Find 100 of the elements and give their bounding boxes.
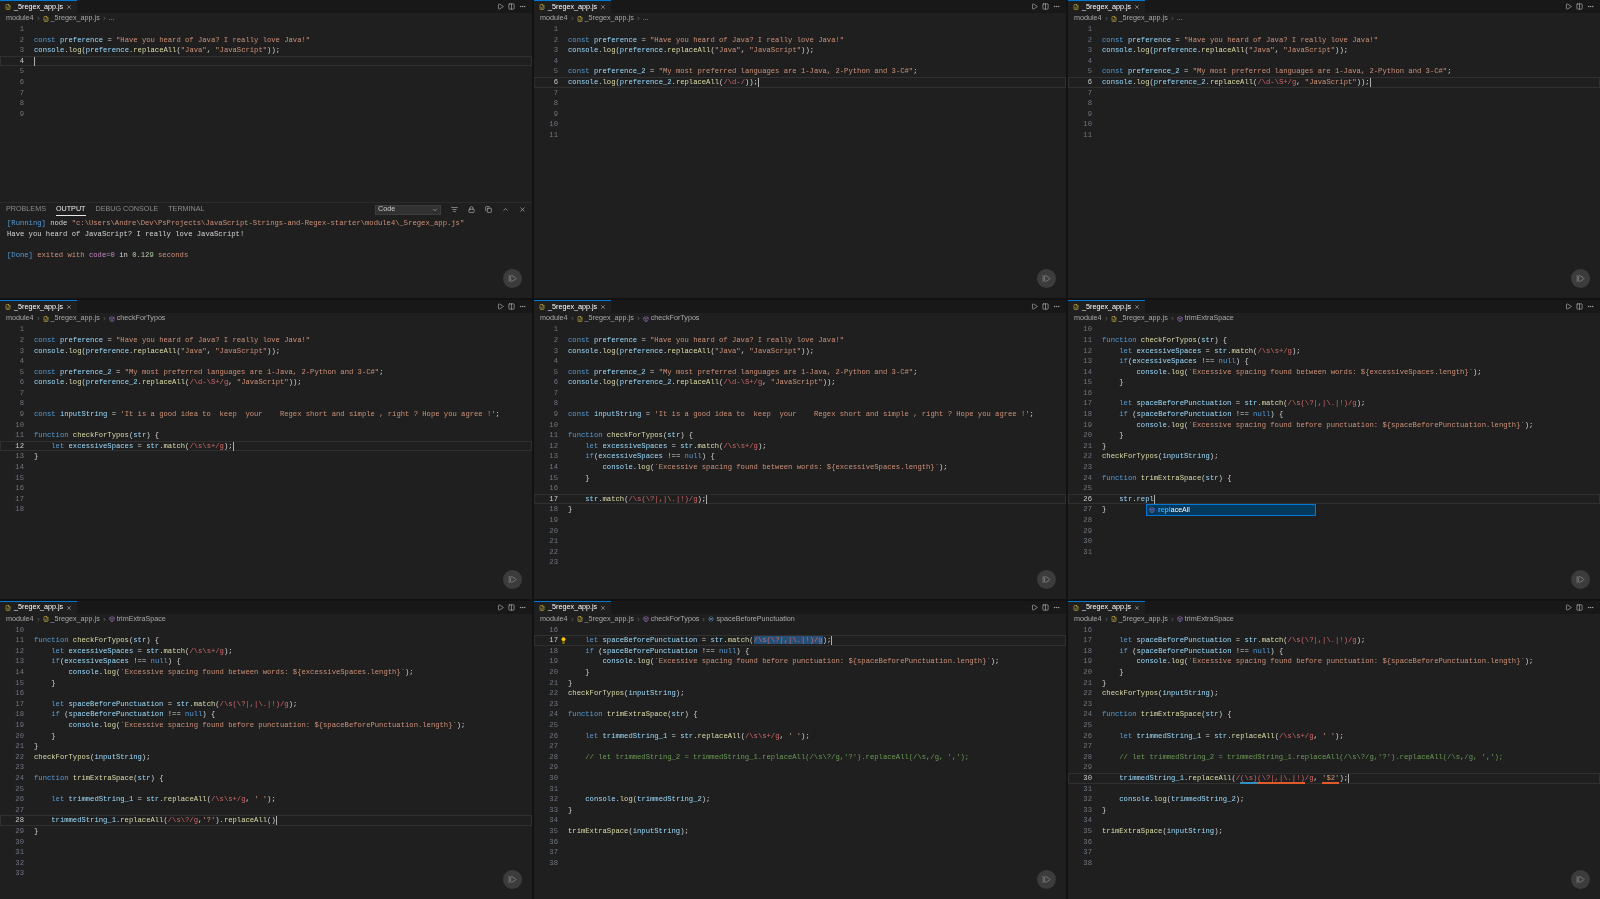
play-button[interactable] [1037,569,1056,589]
text-cursor [232,441,234,451]
text-cursor [757,77,759,87]
method-icon [108,315,115,322]
chevron-right-icon [1103,616,1109,622]
method-icon [642,315,649,322]
close-icon[interactable] [600,4,607,10]
play-icon [1576,875,1585,884]
close-icon[interactable] [1134,604,1141,611]
split-editor-icon[interactable] [1042,603,1049,611]
run-icon[interactable] [1031,303,1038,311]
play-icon [508,875,517,884]
split-editor-icon[interactable] [1042,303,1049,311]
js-file-icon [539,304,545,311]
chevron-up-icon[interactable] [502,206,509,214]
close-icon[interactable] [66,304,73,311]
js-file-icon [1110,315,1117,322]
js-file-icon [576,315,583,322]
chevron-right-icon [569,316,575,322]
chevron-right-icon [1169,316,1175,322]
close-icon[interactable] [600,304,607,311]
lightbulb-icon[interactable] [559,637,567,645]
run-icon[interactable] [1565,303,1572,311]
run-icon[interactable] [497,603,504,611]
method-icon [642,616,649,623]
split-editor-icon[interactable] [508,603,515,611]
text-cursor [831,636,833,646]
play-button[interactable] [1037,269,1056,289]
js-file-icon [539,604,545,611]
split-editor-icon[interactable] [1576,303,1583,311]
method-icon [1176,315,1183,322]
text-cursor [34,56,35,66]
chevron-right-icon [569,16,575,21]
play-button[interactable] [1571,870,1590,889]
chevron-right-icon [1103,316,1109,322]
play-icon [1576,574,1585,584]
play-icon [1042,574,1051,584]
chevron-right-icon [101,16,107,21]
close-icon[interactable] [66,4,73,10]
text-cursor [1348,773,1350,783]
chevron-right-icon [635,16,641,21]
chevron-right-icon [35,16,41,21]
js-file-icon [539,4,545,10]
run-icon[interactable] [497,3,504,10]
run-icon[interactable] [1031,3,1038,10]
text-cursor [1153,494,1155,504]
js-file-icon [1073,604,1079,611]
chevron-right-icon [569,616,575,622]
chevron-down-icon [432,206,438,213]
play-icon [1042,274,1051,284]
play-icon [508,274,517,284]
chevron-right-icon [35,616,41,622]
run-icon[interactable] [1565,3,1572,10]
lock-icon[interactable] [468,206,475,214]
js-file-icon [576,616,583,623]
js-file-icon [42,315,49,322]
js-file-icon [42,15,49,22]
split-editor-icon[interactable] [508,303,515,311]
chevron-right-icon [1169,616,1175,622]
play-button[interactable] [503,569,522,589]
chevron-right-icon [701,616,707,622]
close-icon[interactable] [519,206,526,214]
js-file-icon [5,604,11,611]
js-file-icon [5,4,11,10]
chevron-right-icon [635,316,641,322]
run-icon[interactable] [1565,603,1572,611]
js-file-icon [1073,4,1079,10]
play-button[interactable] [1037,870,1056,889]
text-cursor [706,494,708,504]
chevron-right-icon [101,316,107,322]
method-icon [108,616,115,623]
copy-icon[interactable] [485,206,492,214]
text-cursor [275,816,277,826]
close-icon[interactable] [66,604,73,611]
play-icon [1042,875,1051,884]
chevron-right-icon [1103,16,1109,21]
split-editor-icon[interactable] [1042,3,1049,10]
play-button[interactable] [503,870,522,889]
run-icon[interactable] [497,303,504,311]
play-button[interactable] [1571,569,1590,589]
js-file-icon [1110,15,1117,22]
js-file-icon [1110,616,1117,623]
list-icon[interactable] [451,206,458,214]
close-icon[interactable] [1134,4,1141,10]
chevron-right-icon [635,616,641,622]
chevron-right-icon [101,616,107,622]
method-icon [1148,506,1155,513]
run-icon[interactable] [1031,603,1038,611]
js-file-icon [1073,304,1079,311]
close-icon[interactable] [600,604,607,611]
js-file-icon [576,15,583,22]
chevron-right-icon [1169,16,1175,21]
play-icon [508,574,517,584]
close-icon[interactable] [1134,304,1141,311]
split-editor-icon[interactable] [1576,3,1583,10]
split-editor-icon[interactable] [1576,603,1583,611]
chevron-right-icon [35,316,41,322]
variable-icon [708,616,715,623]
play-button[interactable] [1571,269,1590,289]
split-editor-icon[interactable] [508,3,515,10]
